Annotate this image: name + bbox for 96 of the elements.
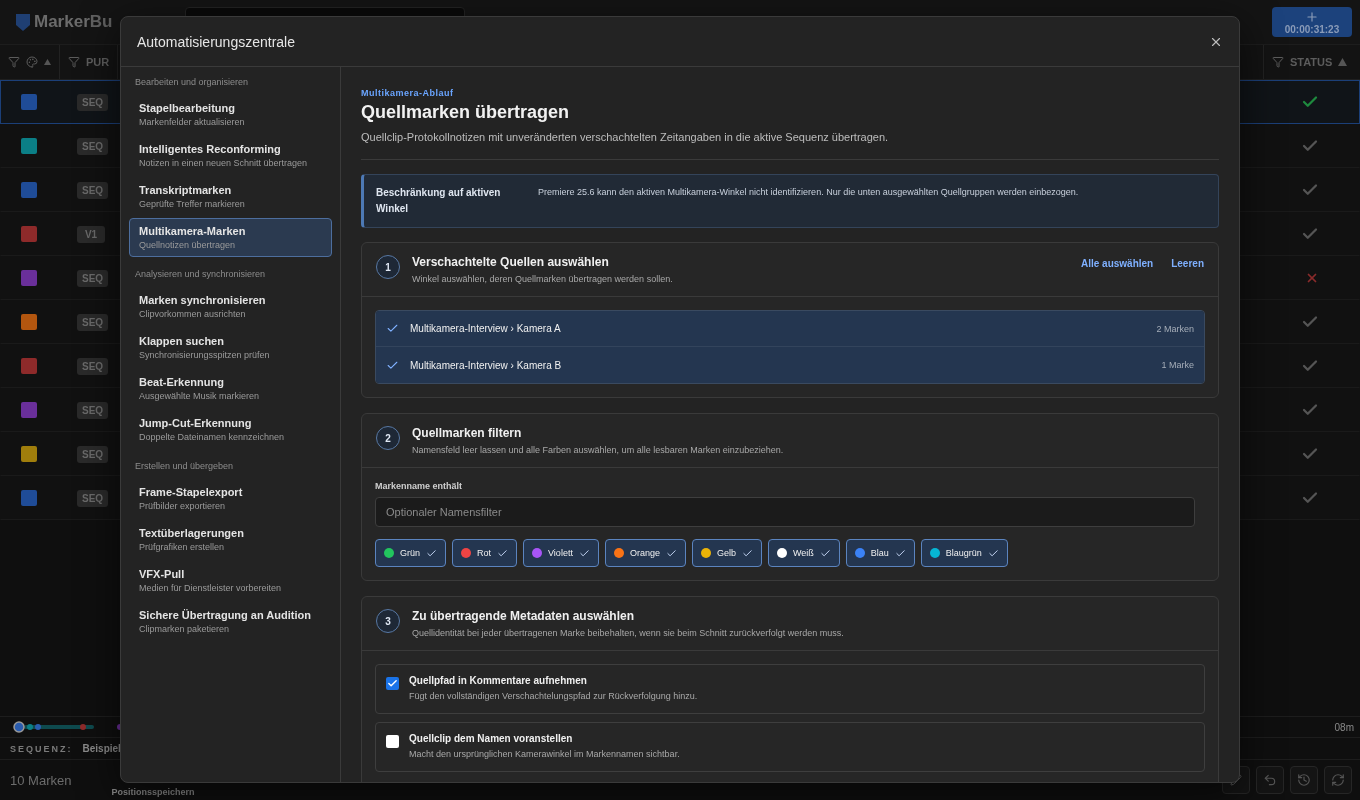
option-card[interactable]: Quellpfad in Kommentare aufnehmen Fügt den vollständigen Verschachtelungspfad zur Rückverfolgung hinzu. [375, 664, 1205, 714]
sidebar-item[interactable]: Stapelbearbeitung Markenfelder aktualisieren [129, 95, 332, 134]
step-number: 2 [376, 426, 400, 450]
color-filter-chip[interactable]: Gelb [691, 539, 762, 567]
undo-button[interactable] [1256, 766, 1284, 794]
track-label: SEQ [77, 357, 109, 375]
sidebar-item[interactable]: Klappen suchen Synchronisierungsspitzen prüfen [129, 328, 332, 367]
page-description: Quellclip-Protokollnotizen mit unveränderten verschachtelten Zeitangaben in die aktive Sequenz übertragen. [361, 131, 890, 143]
marker-count: 10 Marken [10, 772, 72, 788]
track-label: SEQ [77, 137, 109, 155]
color-filter-chip[interactable]: Orange [604, 539, 686, 567]
track-label: SEQ [77, 489, 109, 507]
track-label: SEQ [77, 445, 109, 463]
refresh-icon [1331, 773, 1345, 787]
palette-icon[interactable] [26, 56, 38, 68]
color-filter-chip[interactable]: Violett [523, 539, 599, 567]
color-filter-chip[interactable]: Weiß [767, 539, 840, 567]
source-name: Multikamera-Interview › Kamera A [410, 323, 561, 334]
track-label: SEQ [77, 313, 109, 331]
sidebar-heading: Analysieren und synchronisieren [134, 269, 267, 279]
notice-title: Beschränkung auf aktiven Winkel [376, 186, 502, 216]
sidebar-item[interactable]: Sichere Übertragung an Audition Clipmarken paketieren [129, 602, 332, 641]
step-subtitle: Namensfeld leer lassen und alle Farben auswählen, um alle lesbaren Marken einzubeziehen. [412, 445, 784, 455]
source-row[interactable]: Multikamera-Interview › Kamera A 2 Marken [376, 311, 1204, 347]
step-number: 3 [376, 609, 400, 633]
step-number: 1 [376, 255, 400, 279]
sidebar-item[interactable]: Textüberlagerungen Prüfgrafiken erstellen [129, 520, 332, 559]
track-label: V1 [77, 225, 105, 243]
sidebar-item[interactable]: Transkriptmarken Geprüfte Treffer markieren [129, 177, 332, 216]
sort-up-icon[interactable] [1338, 58, 1348, 66]
check-icon [665, 547, 677, 559]
sidebar-heading: Bearbeiten und organisieren [134, 77, 250, 87]
option-title: Quellclip dem Namen voranstellen [409, 733, 574, 744]
refresh-button[interactable] [1324, 766, 1352, 794]
marker-count: 2 Marken [1156, 323, 1194, 334]
sequence-label: SEQUENZ: [10, 743, 73, 754]
step-subtitle: Quellidentität bei jeder übertragenen Marke beibehalten, wenn sie beim Schnitt zurückverfolgt werden muss. [412, 628, 844, 638]
color-filter-chip[interactable]: Grün [375, 539, 446, 567]
check-icon [426, 547, 437, 559]
track-label: SEQ [77, 93, 109, 111]
sidebar-item[interactable]: Jump-Cut-Erkennung Doppelte Dateinamen kennzeichnen [129, 410, 332, 449]
step-title: Zu übertragende Metadaten auswählen [412, 609, 636, 623]
sidebar-item[interactable]: Intelligentes Reconforming Notizen in einen neuen Schnitt übertragen [129, 136, 332, 175]
step-subtitle: Winkel auswählen, deren Quellmarken übertragen werden sollen. [412, 274, 673, 284]
action-link[interactable]: Alle auswählen [1080, 258, 1154, 269]
filter-icon[interactable] [68, 56, 80, 68]
sort-up-icon[interactable] [44, 59, 51, 65]
check-icon [894, 547, 906, 559]
add-marker-button[interactable]: 00:00:31:23 [1272, 7, 1352, 37]
sidebar-item[interactable]: VFX-Pull Medien für Dienstleister vorbereiten [129, 561, 332, 600]
footer-label: Positionsspeichern [111, 787, 195, 797]
sidebar-item[interactable]: Frame-Stapelexport Prüfbilder exportieren [129, 479, 332, 518]
sequence-name: Beispiel [82, 743, 121, 754]
plus-icon [1305, 9, 1319, 24]
source-row[interactable]: Multikamera-Interview › Kamera B 1 Marke [376, 347, 1204, 383]
check-icon [497, 547, 509, 559]
track-label: SEQ [77, 181, 109, 199]
field-label: Markenname enthält [375, 481, 464, 491]
notice-text: Premiere 25.6 kann den aktiven Multikamera-Winkel nicht identifizieren. Nur die unten ausgewählten Quellgruppen werden einbezogen. [538, 186, 1080, 199]
check-icon [819, 547, 831, 559]
option-description: Fügt den vollständigen Verschachtelungspfad zur Rückverfolgung hinzu. [409, 691, 698, 701]
filter-icon[interactable] [8, 56, 20, 68]
logo-text: MarkerBu [34, 12, 113, 32]
check-icon [578, 547, 590, 559]
checkbox[interactable] [386, 735, 399, 748]
step-title: Quellmarken filtern [412, 426, 523, 440]
color-filter-chip[interactable]: Blaugrün [920, 539, 1008, 567]
step-title: Verschachtelte Quellen auswählen [412, 255, 610, 269]
dialog-title: Automatisierungszentrale [137, 33, 295, 50]
option-description: Macht den ursprünglichen Kamerawinkel im Markennamen sichtbar. [409, 749, 680, 759]
history-icon [1297, 773, 1311, 787]
option-title: Quellpfad in Kommentare aufnehmen [409, 675, 588, 686]
action-link[interactable]: Leeren [1171, 258, 1204, 269]
color-filter-chip[interactable]: Blau [845, 539, 915, 567]
check-icon [741, 547, 753, 559]
page-title: Quellmarken übertragen [361, 102, 571, 123]
track-label: SEQ [77, 401, 109, 419]
sidebar-item[interactable]: Marken synchronisieren Clipvorkommen ausrichten [129, 287, 332, 326]
undo-icon [1263, 773, 1277, 787]
shield-icon [16, 13, 30, 31]
sidebar-item[interactable]: Beat-Erkennung Ausgewählte Musik markieren [129, 369, 332, 408]
history-button[interactable] [1290, 766, 1318, 794]
eyebrow-label: Multikamera-Ablauf [361, 88, 455, 98]
check-icon [987, 547, 999, 559]
option-card[interactable]: Quellclip dem Namen voranstellen Macht den ursprünglichen Kamerawinkel im Markennamen sichtbar. [375, 722, 1205, 772]
source-name: Multikamera-Interview › Kamera B [410, 359, 562, 371]
filter-icon[interactable] [1272, 56, 1284, 68]
color-filter-chip[interactable]: Rot [452, 539, 518, 567]
name-filter-field[interactable]: Optionaler Namensfilter [375, 497, 1195, 527]
timeline-label: 08m [1334, 721, 1354, 733]
sidebar-item[interactable]: Multikamera-Marken Quellnotizen übertragen [129, 218, 332, 257]
track-label: SEQ [77, 269, 109, 287]
marker-count: 1 Marke [1161, 360, 1194, 370]
checkbox[interactable] [386, 677, 399, 690]
check-icon [386, 322, 399, 335]
sidebar-heading: Erstellen und übergeben [134, 461, 235, 471]
